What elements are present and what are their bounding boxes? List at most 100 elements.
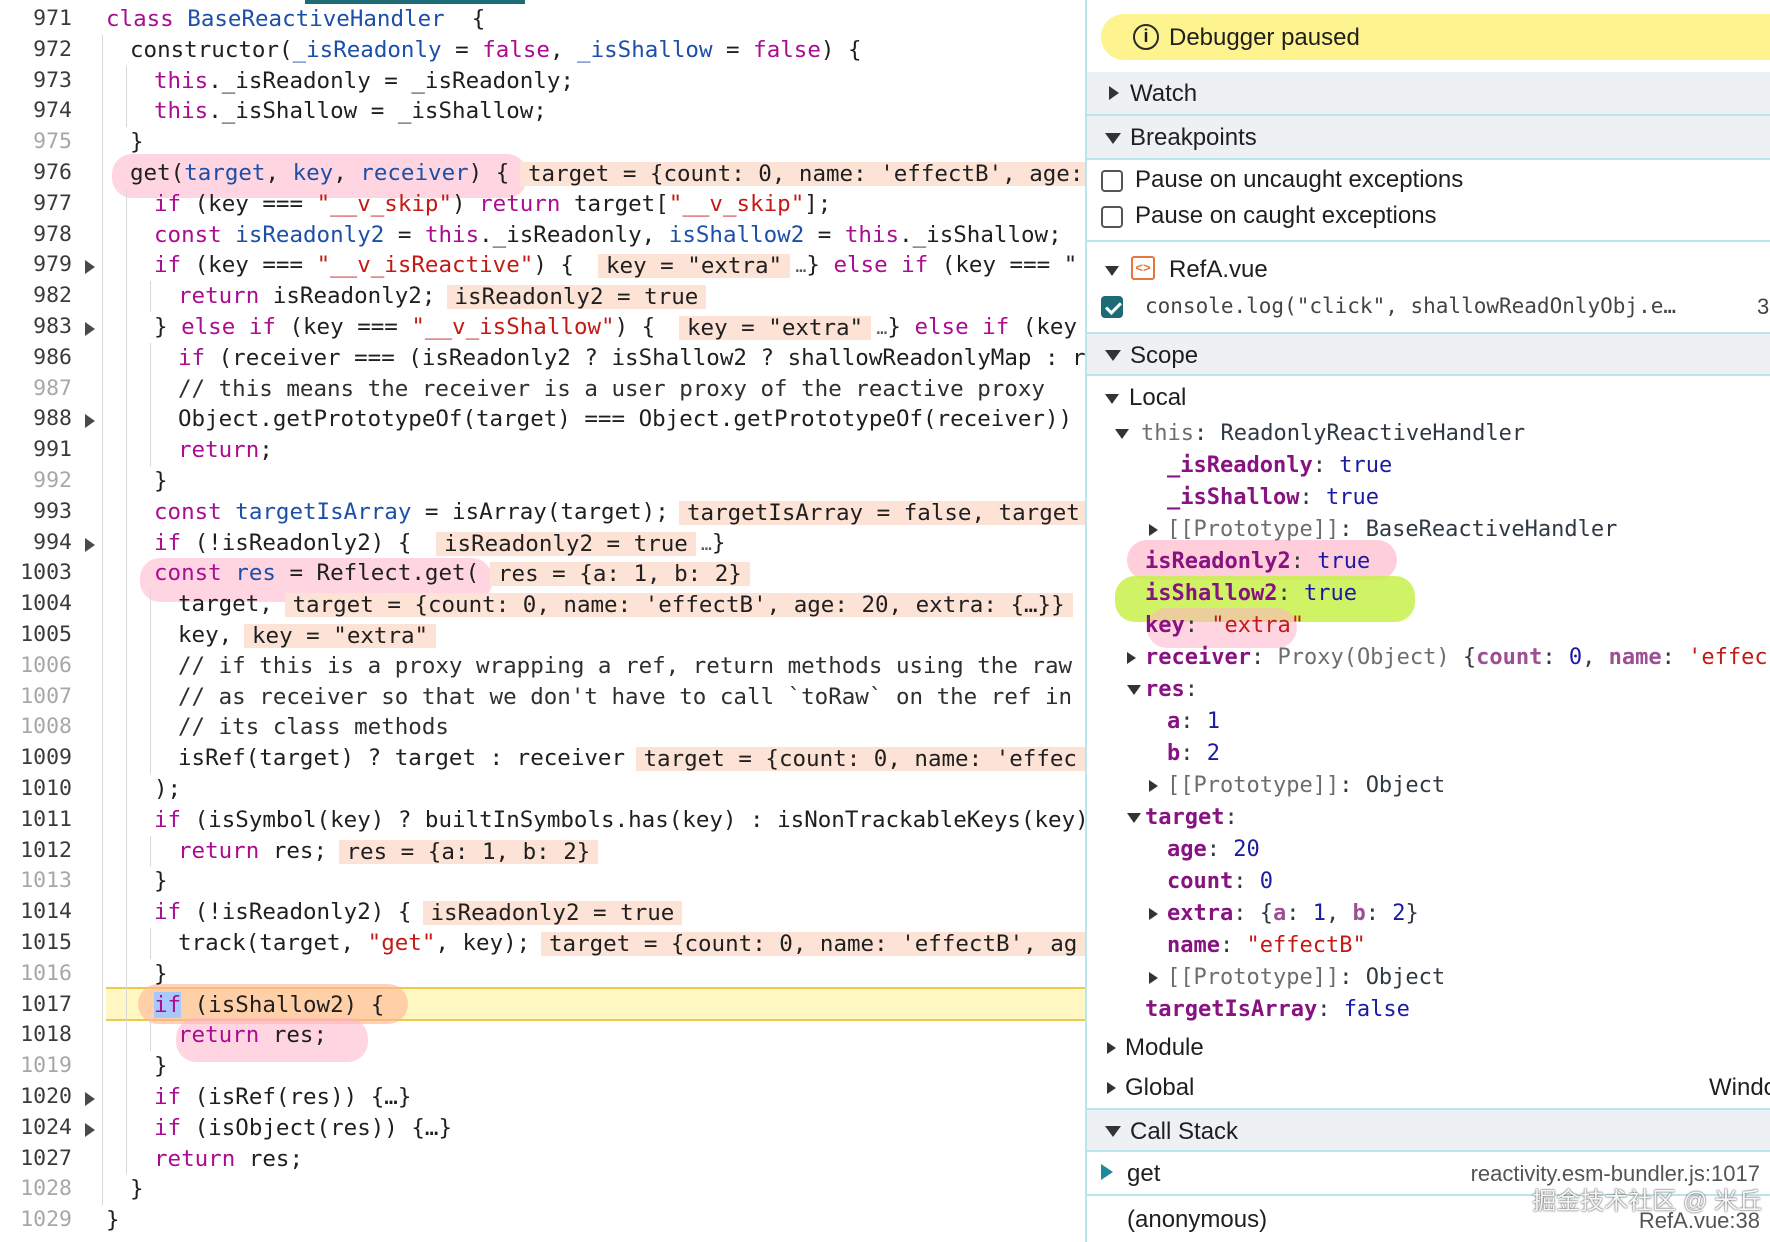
code-line[interactable]: 978 const isReadonly2 = this._isReadonly,…: [0, 219, 1085, 251]
line-number[interactable]: 973: [0, 66, 72, 97]
line-number[interactable]: 978: [0, 220, 72, 251]
code-line[interactable]: 976 get(target, key, receiver) {target = …: [0, 158, 1085, 189]
code-line[interactable]: 1013}: [0, 866, 1085, 898]
line-number[interactable]: 1024: [0, 1113, 72, 1144]
callstack-section-header[interactable]: Call Stack: [1087, 1108, 1770, 1152]
fold-chevron-icon[interactable]: [85, 537, 95, 552]
code-line[interactable]: 1005 key, key = "extra": [0, 620, 1085, 651]
line-number[interactable]: 976: [0, 158, 72, 189]
code-line[interactable]: 1003 const res = Reflect.get(res = {a: 1,…: [0, 558, 1085, 590]
line-number[interactable]: 1028: [0, 1174, 72, 1205]
scope-target-extra[interactable]: extra: {a: 1, b: 2}: [1149, 900, 1419, 928]
code-line[interactable]: 1007 // as receiver so that we don't have…: [0, 681, 1085, 713]
code-line[interactable]: 977 if (key === "__v_skip") return target…: [0, 188, 1085, 220]
code-line[interactable]: 986 if (receiver === (isReadonly2 ? isSha…: [0, 342, 1085, 374]
breakpoints-section-header[interactable]: Breakpoints: [1087, 116, 1770, 160]
line-number[interactable]: 979: [0, 250, 72, 281]
line-number[interactable]: 1027: [0, 1144, 72, 1175]
code-line[interactable]: 988 Object.getPrototypeOf(target) === Obj…: [0, 404, 1085, 436]
line-number[interactable]: 1009: [0, 743, 72, 774]
code-editor[interactable]: 971 class BaseReactiveHandler {972 constru…: [0, 0, 1085, 1242]
fold-chevron-icon[interactable]: [85, 1122, 95, 1137]
line-number[interactable]: 1012: [0, 836, 72, 867]
breakpoint-entry[interactable]: console.log("click", shallowReadOnlyObj.…: [1101, 294, 1770, 324]
fold-chevron-icon[interactable]: [85, 1092, 95, 1106]
line-number[interactable]: 1004: [0, 589, 72, 620]
code-line[interactable]: 1017 if (isShallow2) {: [0, 989, 1085, 1021]
code-line[interactable]: 1008 // its class methods: [0, 712, 1085, 744]
line-number[interactable]: 986: [0, 343, 72, 374]
code-line[interactable]: 1012 return res; res = {a: 1, b: 2}: [0, 835, 1085, 867]
line-number[interactable]: 977: [0, 189, 72, 220]
line-number[interactable]: 988: [0, 404, 72, 435]
line-number[interactable]: 1006: [0, 651, 72, 682]
line-number[interactable]: 994: [0, 528, 72, 559]
line-number[interactable]: 1016: [0, 959, 72, 990]
line-number[interactable]: 982: [0, 281, 72, 312]
line-number[interactable]: 1013: [0, 866, 72, 897]
line-number[interactable]: 1007: [0, 682, 72, 713]
line-number[interactable]: 1014: [0, 897, 72, 928]
scope-section-header[interactable]: Scope: [1087, 332, 1770, 376]
fold-chevron-icon[interactable]: [85, 414, 95, 429]
line-number[interactable]: 991: [0, 435, 72, 466]
code-line[interactable]: 987 // this means the receiver is a user …: [0, 373, 1085, 405]
scope-prototype[interactable]: [[Prototype]]: BaseReactiveHandler: [1149, 516, 1617, 544]
code-line[interactable]: 979 if (key === "__v_isReactive") { key =…: [0, 250, 1085, 282]
line-number[interactable]: 1005: [0, 620, 72, 651]
fold-chevron-icon[interactable]: [85, 322, 95, 336]
line-number[interactable]: 1008: [0, 712, 72, 743]
line-number[interactable]: 993: [0, 497, 72, 528]
code-line[interactable]: 1011 if (isSymbol(key) ? builtInSymbols.h…: [0, 804, 1085, 836]
line-number[interactable]: 1018: [0, 1020, 72, 1051]
code-line[interactable]: 971 class BaseReactiveHandler {: [0, 4, 1085, 35]
scope-res[interactable]: res:: [1127, 676, 1198, 704]
code-line[interactable]: 1004 target, target = {count: 0, name: 'ef…: [0, 589, 1085, 620]
scope-res-prototype[interactable]: [[Prototype]]: Object: [1149, 772, 1445, 800]
line-number[interactable]: 1011: [0, 805, 72, 836]
code-line[interactable]: 972 constructor(_isReadonly = false, _isS…: [0, 34, 1085, 66]
fold-chevron-icon[interactable]: [85, 260, 95, 275]
watch-section-header[interactable]: Watch: [1087, 72, 1770, 116]
line-number[interactable]: 1029: [0, 1205, 72, 1236]
line-number[interactable]: 992: [0, 466, 72, 497]
code-line[interactable]: 973 this._isReadonly = _isReadonly;: [0, 65, 1085, 97]
pause-uncaught-checkbox[interactable]: [1101, 170, 1123, 192]
code-line[interactable]: 975}: [0, 127, 1085, 158]
code-line[interactable]: 983} else if (key === "__v_isShallow") {…: [0, 312, 1085, 343]
breakpoint-file-row[interactable]: <> RefA.vue: [1105, 256, 1765, 286]
line-number[interactable]: 975: [0, 127, 72, 158]
code-line[interactable]: 1014 if (!isReadonly2) {isReadonly2 = tru…: [0, 897, 1085, 928]
breakpoint-checkbox[interactable]: [1101, 296, 1123, 318]
line-number[interactable]: 1019: [0, 1051, 72, 1082]
line-number[interactable]: 1015: [0, 928, 72, 959]
code-line[interactable]: 1028}: [0, 1174, 1085, 1206]
line-number[interactable]: 987: [0, 374, 72, 405]
code-line[interactable]: 1029}: [0, 1205, 1085, 1236]
code-line[interactable]: 1019}: [0, 1051, 1085, 1082]
line-number[interactable]: 971: [0, 4, 72, 35]
code-line[interactable]: 1020 if (isRef(res)) {…}: [0, 1082, 1085, 1113]
line-number[interactable]: 1020: [0, 1082, 72, 1113]
code-line[interactable]: 1016}: [0, 958, 1085, 990]
pause-caught-checkbox[interactable]: [1101, 206, 1123, 228]
line-number[interactable]: 1010: [0, 774, 72, 805]
line-number[interactable]: 972: [0, 35, 72, 66]
line-number[interactable]: 1003: [0, 558, 72, 589]
scope-target[interactable]: target:: [1127, 804, 1238, 832]
code-line[interactable]: 991 return;: [0, 435, 1085, 466]
code-line[interactable]: 1015 track(target, "get", key); target = {…: [0, 928, 1085, 959]
line-number[interactable]: 983: [0, 312, 72, 343]
code-line[interactable]: 1010);: [0, 774, 1085, 805]
line-number[interactable]: 1017: [0, 990, 72, 1021]
code-line[interactable]: 1027 return res;: [0, 1143, 1085, 1175]
line-number[interactable]: 974: [0, 96, 72, 127]
code-line[interactable]: 994 if (!isReadonly2) { isReadonly2 = tru…: [0, 527, 1085, 559]
code-line[interactable]: 974 this._isShallow = _isShallow;: [0, 96, 1085, 128]
global-scope-row[interactable]: Global Windo: [1107, 1074, 1770, 1104]
code-line[interactable]: 1009 isRef(target) ? target : receiver tar…: [0, 743, 1085, 774]
scope-this[interactable]: this: ReadonlyReactiveHandler: [1115, 420, 1525, 448]
code-line[interactable]: 1006 // if this is a proxy wrapping a ref…: [0, 650, 1085, 682]
code-line[interactable]: 1024 if (isObject(res)) {…}: [0, 1112, 1085, 1144]
code-line[interactable]: 993 const targetIsArray = isArray(target)…: [0, 496, 1085, 528]
